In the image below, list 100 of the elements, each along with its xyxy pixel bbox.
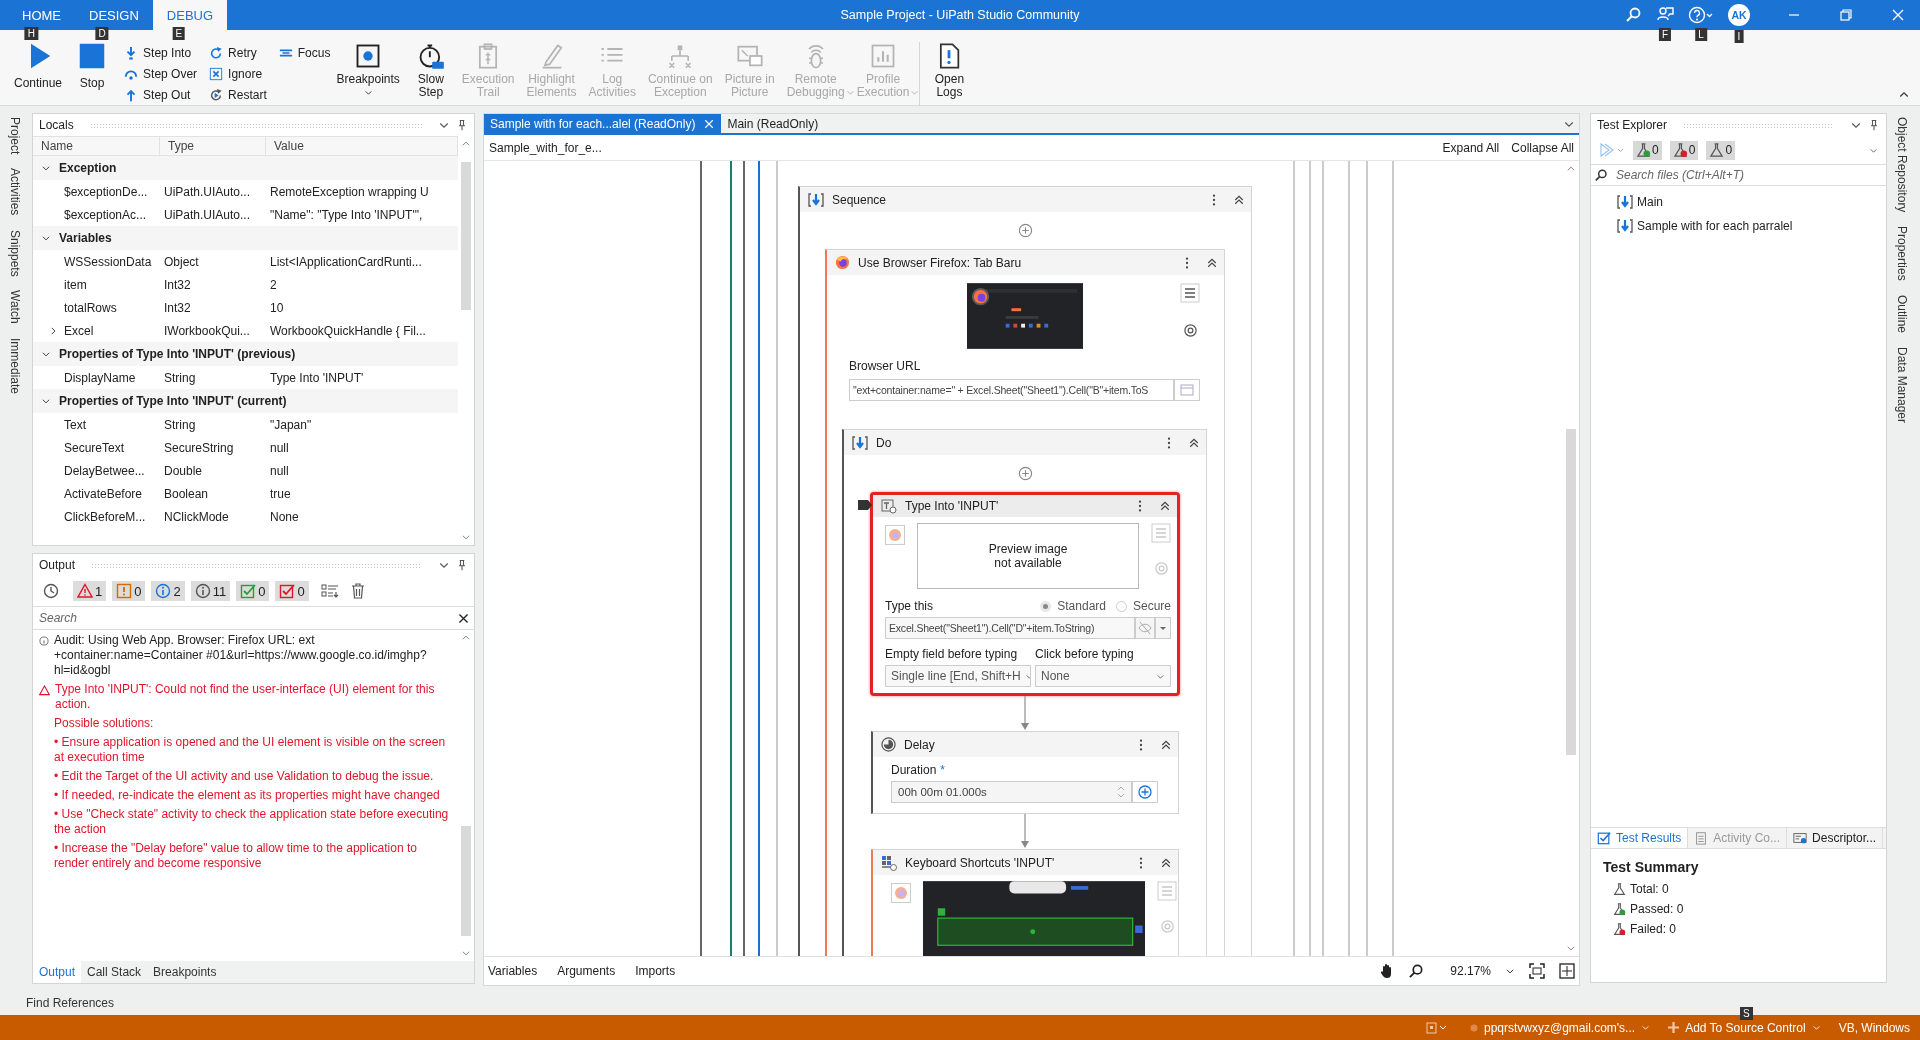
ribbon-button[interactable]: Open Logs: [924, 42, 975, 99]
zoom-level[interactable]: 92.17%: [1450, 964, 1491, 978]
field-label: Browser URL: [849, 359, 922, 375]
search-field[interactable]: Search files (Ctrl+Alt+T): [1614, 167, 1882, 183]
radio-option[interactable]: Secure: [1115, 599, 1171, 613]
dock-tab[interactable]: Immediate: [8, 337, 22, 394]
user-avatar[interactable]: AK: [1728, 4, 1750, 26]
duration-field[interactable]: 00h 00m 01.000s: [891, 781, 1132, 803]
dock-tab[interactable]: Outline: [1895, 295, 1909, 334]
ribbon-button[interactable]: Step Over: [124, 63, 198, 84]
field-label: Empty field before typing: [885, 647, 1019, 661]
window-title: Sample Project - UiPath Studio Community: [839, 8, 1081, 22]
dock-tab[interactable]: Object Repository: [1895, 117, 1909, 213]
panel-tab[interactable]: Descriptor...: [1787, 828, 1884, 848]
ribbon-button[interactable]: Step Out: [124, 84, 198, 105]
filter-button[interactable]: 0: [1633, 140, 1662, 160]
tree-item[interactable]: Sample with for each parralel: [1617, 214, 1886, 238]
filter-button[interactable]: 0: [275, 581, 309, 601]
source-control-menu[interactable]: Add To Source Control: [1668, 1020, 1821, 1035]
search-field[interactable]: Search: [37, 610, 457, 626]
radio-option[interactable]: Standard: [1040, 599, 1106, 613]
log-message: Audit: Using Web App. Browser: Firefox URL: ext +container:name=Container #01&url=https://www.google.co.id/imghp?hl=id&ogbl: [54, 633, 428, 678]
panel-tab[interactable]: Find References: [26, 991, 475, 1015]
dock-tab[interactable]: Snippets: [8, 229, 22, 277]
activity-title: Use Browser Firefox: Tab Baru: [858, 255, 1022, 270]
dock-tab[interactable]: Activities: [8, 168, 22, 216]
dock-tab[interactable]: Project: [8, 117, 22, 155]
panel-tab[interactable]: Arguments: [557, 964, 616, 978]
ribbon-tab[interactable]: DESIGN: [75, 0, 153, 30]
ribbon-button[interactable]: Continue: [8, 42, 69, 90]
key-tip: S: [1740, 1007, 1753, 1020]
panel-tab[interactable]: Variables: [488, 964, 538, 978]
dock-tab[interactable]: Properties: [1895, 226, 1909, 282]
dropdown[interactable]: None: [1035, 665, 1171, 687]
summary-line: Total: 0: [1630, 882, 1669, 896]
document-tab[interactable]: Main (ReadOnly): [721, 114, 825, 133]
log-message: • If needed, re-indicate the element as its properties might have changed: [53, 788, 441, 803]
ribbon-button[interactable]: Step Into: [124, 42, 198, 63]
log-message: Type Into 'INPUT': Could not find the user-interface (UI) element for this action.: [55, 682, 436, 712]
ribbon-button[interactable]: Slow Step: [405, 42, 456, 99]
table-cell-text: 10: [269, 300, 285, 315]
log-message: • Ensure application is opened and the UI element is visible on the screen at execution time: [53, 735, 447, 765]
ribbon-button[interactable]: Ignore: [209, 63, 267, 84]
account-menu[interactable]: ppqrstvwxyz@gmail.com's...: [1469, 1020, 1651, 1035]
table-cell-text: null: [269, 463, 290, 478]
dock-tab[interactable]: Watch: [8, 290, 22, 324]
ribbon-button[interactable]: Focus: [278, 42, 331, 63]
section-title: Test Summary: [1603, 859, 1700, 875]
filter-button[interactable]: 0: [1669, 140, 1699, 160]
filter-button[interactable]: 0: [236, 581, 270, 601]
group-header[interactable]: Properties of Type Into 'INPUT' (previous): [33, 342, 458, 366]
filter-button[interactable]: 0: [1706, 140, 1736, 160]
document-tab[interactable]: Sample with for each...alel (ReadOnly): [484, 114, 722, 133]
ribbon-tab[interactable]: DEBUG: [152, 0, 228, 30]
breadcrumb[interactable]: Sample_with_for_e...: [489, 140, 602, 155]
table-cell: DisplayName: [64, 370, 136, 385]
filter-button[interactable]: 2: [151, 581, 185, 601]
dropdown[interactable]: Single line [End, Shift+H: [885, 665, 1031, 687]
log-message: Possible solutions:: [53, 716, 155, 731]
collapse-all-button[interactable]: Collapse All: [1511, 140, 1574, 155]
table-cell: item: [64, 277, 87, 292]
ribbon-button[interactable]: Restart: [209, 84, 267, 105]
table-cell-text: UiPath.UIAuto...: [163, 207, 252, 222]
preview-text: Preview image not available: [988, 542, 1068, 570]
group-header[interactable]: Variables: [33, 226, 458, 250]
filter-button[interactable]: 1: [73, 581, 107, 601]
url-field[interactable]: "ext+container:name=" + Excel.Sheet("Sheet1").Cell("B"+item.ToS: [849, 379, 1174, 401]
group-header[interactable]: Exception: [33, 156, 458, 180]
dock-tab[interactable]: Data Manager: [1895, 347, 1909, 424]
table-cell-text: RemoteException wrapping U: [269, 184, 430, 199]
activity-title: Sequence: [832, 192, 887, 207]
panel-title: Test Explorer: [1597, 118, 1668, 132]
ribbon-button[interactable]: Stop: [68, 42, 117, 90]
field-label: Click before typing: [1035, 647, 1135, 661]
ribbon-button[interactable]: Retry: [209, 42, 267, 63]
table-cell-text: Int32: [163, 277, 192, 292]
panel-tab[interactable]: Call Stack: [81, 961, 148, 983]
table-cell-text: String: [163, 417, 197, 432]
panel-tab[interactable]: Output: [33, 961, 82, 983]
table-cell-text: Object: [163, 254, 200, 269]
panel-tab[interactable]: Test Results: [1591, 828, 1689, 848]
filter-button[interactable]: 0: [112, 581, 146, 601]
activity-title: Type Into 'INPUT': [905, 499, 999, 513]
expand-all-button[interactable]: Expand All: [1442, 140, 1500, 155]
log-message: • Use "Check state" activity to check the application state before executing the action: [53, 807, 450, 837]
ribbon-tab[interactable]: HOME: [8, 0, 75, 30]
group-header[interactable]: Properties of Type Into 'INPUT' (current): [33, 389, 458, 413]
key-tip: D: [95, 27, 109, 40]
text-field[interactable]: Excel.Sheet("Sheet1").Cell("D"+item.ToString): [885, 617, 1135, 639]
panel-tab[interactable]: Breakpoints: [147, 961, 223, 983]
table-cell: ClickBeforeM...: [64, 509, 146, 524]
key-tip: E: [172, 27, 186, 40]
ribbon-button[interactable]: Breakpoints: [330, 42, 406, 99]
tree-item[interactable]: Main: [1617, 190, 1886, 214]
table-cell-text: Int32: [163, 300, 192, 315]
table-cell-text: SecureString: [163, 440, 235, 455]
panel-tab[interactable]: Imports: [635, 964, 676, 978]
table-cell: ActivateBefore: [64, 486, 143, 501]
table-cell-text: UiPath.UIAuto...: [163, 184, 252, 199]
filter-button[interactable]: 11: [190, 581, 231, 601]
